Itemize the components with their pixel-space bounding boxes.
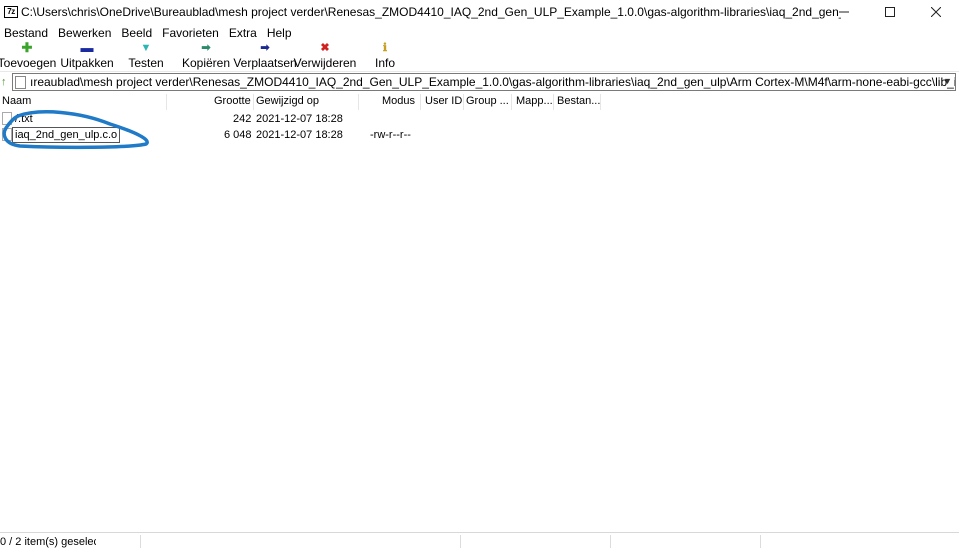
file-modified: 2021-12-07 18:28 [256,113,343,125]
status-divider [610,535,611,548]
extract-icon: ▬ [80,40,94,55]
column-group[interactable]: Group ... [466,95,509,107]
column-divider[interactable] [166,94,167,110]
title-bar: 7z C:\Users\chris\OneDrive\Bureaublad\me… [0,0,959,24]
test-icon: ▼ [140,42,152,54]
column-divider[interactable] [511,94,512,110]
test-button-label: Testen [128,56,164,70]
column-divider[interactable] [463,94,464,110]
extract-button[interactable]: ▬ Uitpakken [60,40,114,72]
window-title: C:\Users\chris\OneDrive\Bureaublad\mesh … [21,5,841,19]
add-button-label: Toevoegen [0,56,57,70]
info-button-label: Info [374,56,395,70]
delete-button[interactable]: ✖ Verwijderen [293,42,357,72]
menu-bewerken[interactable]: Bewerken [54,26,117,40]
column-divider[interactable] [553,94,554,110]
column-size[interactable]: Grootte [214,95,251,107]
copy-icon: ➡ [201,42,211,54]
file-size: 6 048 [224,129,252,141]
delete-button-label: Verwijderen [293,56,357,70]
status-divider [760,535,761,548]
chevron-down-icon[interactable]: ▼ [943,76,952,86]
menu-beeld[interactable]: Beeld [117,26,158,40]
maximize-button[interactable] [867,0,913,24]
selection-status: 0 / 2 item(s) geselecteerd [0,536,96,548]
close-button[interactable] [913,0,959,24]
copy-button-label: Kopiëren [181,56,231,70]
menu-help[interactable]: Help [263,26,298,40]
move-button[interactable]: ➡ Verplaatsen [233,42,297,72]
column-user-id[interactable]: User ID [425,95,462,107]
column-divider[interactable] [600,94,601,110]
address-bar: ↑ ıreaublad\mesh project verder\Renesas_… [0,72,959,92]
close-icon [931,7,941,17]
delete-icon: ✖ [320,42,330,54]
column-divider[interactable] [420,94,421,110]
status-bar: 0 / 2 item(s) geselecteerd [0,532,959,548]
file-mode: -rw-r--r-- [370,129,411,141]
7zip-app-icon: 7z [4,6,18,18]
maximize-icon [885,7,895,17]
add-button[interactable]: ✚ Toevoegen [0,40,57,72]
column-divider[interactable] [358,94,359,110]
column-files[interactable]: Bestan... [557,95,600,107]
add-icon: ✚ [21,40,33,55]
folder-up-icon[interactable]: ↑ [1,76,11,88]
file-modified: 2021-12-07 18:28 [256,129,343,141]
column-divider[interactable] [253,94,254,110]
minimize-button[interactable] [821,0,867,24]
move-icon: ➡ [260,42,270,54]
minimize-icon [839,11,849,13]
status-divider [460,535,461,548]
move-button-label: Verplaatsen [233,56,297,70]
info-icon: ℹ [382,42,388,54]
file-size: 242 [233,113,252,125]
menu-extra[interactable]: Extra [225,26,263,40]
extract-button-label: Uitpakken [60,56,114,70]
copy-button[interactable]: ➡ Kopiëren [182,42,230,72]
status-divider [140,535,141,548]
test-button[interactable]: ▼ Testen [126,42,166,72]
annotation-circle [2,110,149,150]
menu-bestand[interactable]: Bestand [0,26,54,40]
toolbar: ✚ Toevoegen ▬ Uitpakken ▼ Testen ➡ Kopië… [0,40,959,72]
info-button[interactable]: ℹ Info [372,42,398,72]
path-field[interactable]: ıreaublad\mesh project verder\Renesas_ZM… [12,73,956,91]
menu-favorieten[interactable]: Favorieten [158,26,225,40]
path-text: ıreaublad\mesh project verder\Renesas_ZM… [30,75,955,89]
window-controls [821,0,959,24]
document-icon [15,75,26,89]
column-folders[interactable]: Mapp... [516,95,553,107]
column-modified[interactable]: Gewijzigd op [256,95,319,107]
menu-bar: Bestand Bewerken Beeld Favorieten Extra … [0,25,298,41]
column-mode[interactable]: Modus [382,95,415,107]
